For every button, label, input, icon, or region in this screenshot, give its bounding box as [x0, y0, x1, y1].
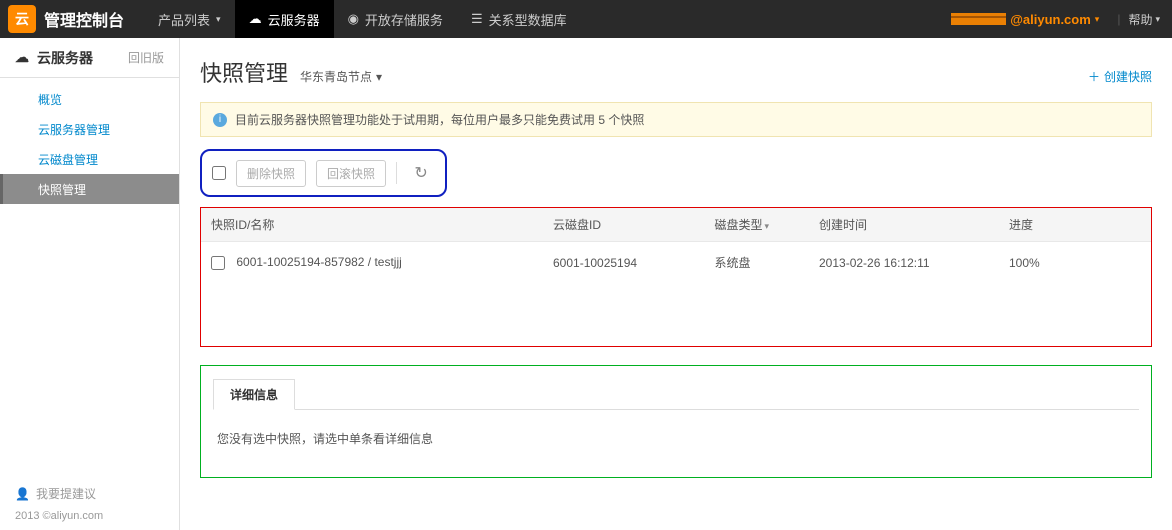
sort-icon: ▾ [765, 221, 770, 231]
user-name-redacted [951, 13, 1006, 25]
console-name: 管理控制台 [44, 7, 124, 31]
delete-snapshot-button[interactable]: 删除快照 [236, 160, 306, 187]
detail-panel: 详细信息 您没有选中快照，请选中单条看详细信息 [200, 365, 1152, 478]
cloud-icon: ◉ [348, 11, 359, 27]
col-id-name: 快照ID/名称 [201, 208, 543, 242]
sidebar-header: ☁ 云服务器 回旧版 [0, 38, 179, 78]
col-created: 创建时间 [809, 208, 999, 242]
user-email-suffix: @aliyun.com [1010, 12, 1091, 27]
divider: | [1117, 12, 1120, 26]
feedback-link[interactable]: 👤 我要提建议 [15, 485, 164, 502]
create-snapshot-label: 创建快照 [1104, 68, 1152, 85]
info-icon: i [213, 113, 227, 127]
col-disk-id: 云磁盘ID [543, 208, 705, 242]
col-label: 快照ID/名称 [211, 218, 274, 232]
sidebar: ☁ 云服务器 回旧版 概览 云服务器管理 云磁盘管理 快照管理 👤 我要提建议 … [0, 38, 180, 530]
user-account-menu[interactable]: @aliyun.com ▾ [941, 5, 1109, 33]
help-label: 帮助 [1128, 11, 1152, 28]
cell-id-name: 6001-10025194-857982 / testjjj [201, 242, 543, 284]
region-selector[interactable]: 华东青岛节点 ▾ [300, 68, 382, 85]
tab-detail[interactable]: 详细信息 [213, 379, 295, 410]
toolbar: 删除快照 回滚快照 ↻ [200, 149, 447, 197]
nav-product-list-label: 产品列表 [158, 10, 210, 29]
sidebar-item-snapshot-mgmt[interactable]: 快照管理 [0, 174, 179, 204]
cell-progress: 100% [999, 242, 1151, 284]
copyright: 2013 ©aliyun.com [15, 510, 164, 522]
old-version-link[interactable]: 回旧版 [128, 49, 164, 66]
table-header-row: 快照ID/名称 云磁盘ID 磁盘类型▾ 创建时间 进度 [201, 208, 1151, 242]
sidebar-item-server-mgmt[interactable]: 云服务器管理 [0, 114, 179, 144]
col-progress: 进度 [999, 208, 1151, 242]
top-nav: 云 管理控制台 产品列表 ▾ ☁ 云服务器 ◉ 开放存储服务 ☰ 关系型数据库 … [0, 0, 1172, 38]
refresh-icon: ↻ [414, 163, 427, 183]
sidebar-item-label: 云磁盘管理 [38, 151, 98, 168]
col-label: 云磁盘ID [553, 218, 601, 232]
cell-disk-type: 系统盘 [705, 242, 810, 284]
cell-value: 2013-02-26 16:12:11 [819, 256, 930, 270]
logo-icon: 云 [8, 5, 36, 33]
info-banner: i 目前云服务器快照管理功能处于试用期，每位用户最多只能免费试用 5 个快照 [200, 102, 1152, 137]
person-icon: 👤 [15, 487, 30, 501]
caret-down-icon: ▾ [376, 70, 382, 84]
server-icon: ☁ [15, 49, 29, 66]
col-label: 创建时间 [819, 218, 867, 232]
sidebar-item-overview[interactable]: 概览 [0, 84, 179, 114]
nav-rds[interactable]: ☰ 关系型数据库 [457, 0, 581, 38]
table-row[interactable]: 6001-10025194-857982 / testjjj 6001-1002… [201, 242, 1151, 284]
sidebar-menu: 概览 云服务器管理 云磁盘管理 快照管理 [0, 78, 179, 204]
cell-value: 6001-10025194 [553, 256, 637, 270]
divider [396, 162, 397, 184]
nav-oss-label: 开放存储服务 [365, 10, 443, 29]
cell-value: 100% [1009, 256, 1040, 270]
sidebar-title: 云服务器 [37, 48, 93, 68]
nav-ecs[interactable]: ☁ 云服务器 [235, 0, 334, 38]
detail-empty-message: 您没有选中快照，请选中单条看详细信息 [213, 430, 1139, 447]
info-text: 目前云服务器快照管理功能处于试用期，每位用户最多只能免费试用 5 个快照 [235, 111, 644, 128]
sidebar-item-label: 快照管理 [38, 181, 86, 198]
cell-value: 6001-10025194-857982 / testjjj [236, 255, 401, 269]
page-title: 快照管理 [200, 56, 288, 88]
sidebar-item-disk-mgmt[interactable]: 云磁盘管理 [0, 144, 179, 174]
nav-rds-label: 关系型数据库 [489, 10, 567, 29]
create-snapshot-link[interactable]: ＋ 创建快照 [1088, 68, 1152, 85]
sidebar-item-label: 概览 [38, 91, 62, 108]
tab-label: 详细信息 [230, 388, 278, 402]
main-content: 快照管理 华东青岛节点 ▾ ＋ 创建快照 i 目前云服务器快照管理功能处于试用期… [180, 38, 1172, 530]
cell-created: 2013-02-26 16:12:11 [809, 242, 999, 284]
row-checkbox[interactable] [211, 256, 225, 270]
help-link[interactable]: 帮助 ▾ [1128, 11, 1160, 28]
caret-down-icon: ▾ [216, 14, 221, 25]
caret-down-icon: ▾ [1155, 14, 1160, 25]
col-disk-type[interactable]: 磁盘类型▾ [705, 208, 810, 242]
region-label: 华东青岛节点 [300, 68, 372, 85]
select-all-checkbox[interactable] [212, 166, 226, 180]
tab-strip: 详细信息 [213, 378, 1139, 410]
nav-product-list[interactable]: 产品列表 ▾ [144, 0, 235, 38]
snapshot-table-container: 快照ID/名称 云磁盘ID 磁盘类型▾ 创建时间 进度 6001-1002519… [200, 207, 1152, 347]
sidebar-item-label: 云服务器管理 [38, 121, 110, 138]
snapshot-table: 快照ID/名称 云磁盘ID 磁盘类型▾ 创建时间 进度 6001-1002519… [201, 208, 1151, 283]
cell-value: 系统盘 [715, 256, 751, 270]
cell-disk-id: 6001-10025194 [543, 242, 705, 284]
server-icon: ☁ [249, 11, 262, 27]
nav-ecs-label: 云服务器 [268, 10, 320, 29]
feedback-label: 我要提建议 [36, 485, 96, 502]
nav-oss[interactable]: ◉ 开放存储服务 [334, 0, 457, 38]
database-icon: ☰ [471, 11, 483, 27]
col-label: 磁盘类型 [715, 218, 763, 232]
plus-icon: ＋ [1088, 68, 1100, 85]
caret-down-icon: ▾ [1095, 14, 1100, 25]
rollback-snapshot-button[interactable]: 回滚快照 [316, 160, 386, 187]
refresh-button[interactable]: ↻ [407, 159, 435, 187]
col-label: 进度 [1009, 218, 1033, 232]
